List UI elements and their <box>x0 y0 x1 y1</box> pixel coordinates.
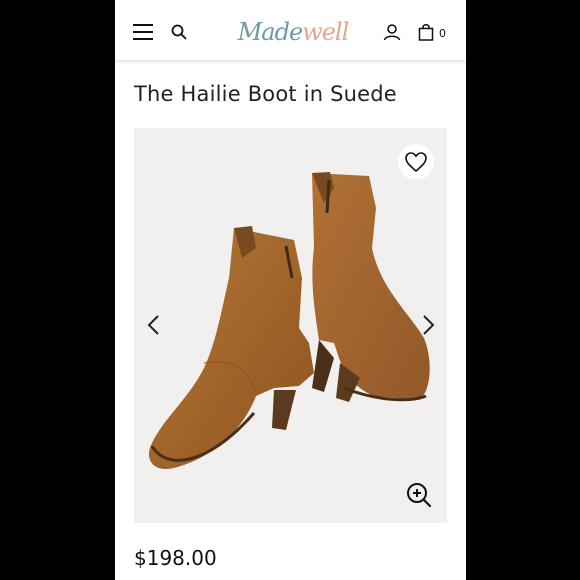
logo-tail: well <box>302 18 349 46</box>
logo-main: Made <box>237 18 303 46</box>
bag-count[interactable]: 0 <box>439 27 446 40</box>
next-arrow-icon[interactable] <box>418 313 438 337</box>
boots-image <box>148 172 430 469</box>
product-image-carousel[interactable] <box>134 128 447 523</box>
product-price: $198.00 <box>134 546 217 570</box>
product-title: The Hailie Boot in Suede <box>134 82 397 106</box>
previous-arrow-icon[interactable] <box>144 313 164 337</box>
zoom-in-icon[interactable] <box>405 481 433 509</box>
hamburger-menu-icon[interactable] <box>133 24 153 40</box>
search-icon[interactable] <box>171 24 187 40</box>
madewell-logo[interactable]: Madewell <box>233 14 353 50</box>
favorite-heart-icon[interactable] <box>398 144 434 180</box>
favorite-button[interactable] <box>398 144 434 180</box>
phone-screen: Madewell 0 The Hailie Boot in Suede $198… <box>115 0 466 580</box>
shopping-bag-icon[interactable] <box>418 23 434 41</box>
account-icon[interactable] <box>383 23 401 41</box>
site-header: Madewell 0 <box>115 0 466 60</box>
